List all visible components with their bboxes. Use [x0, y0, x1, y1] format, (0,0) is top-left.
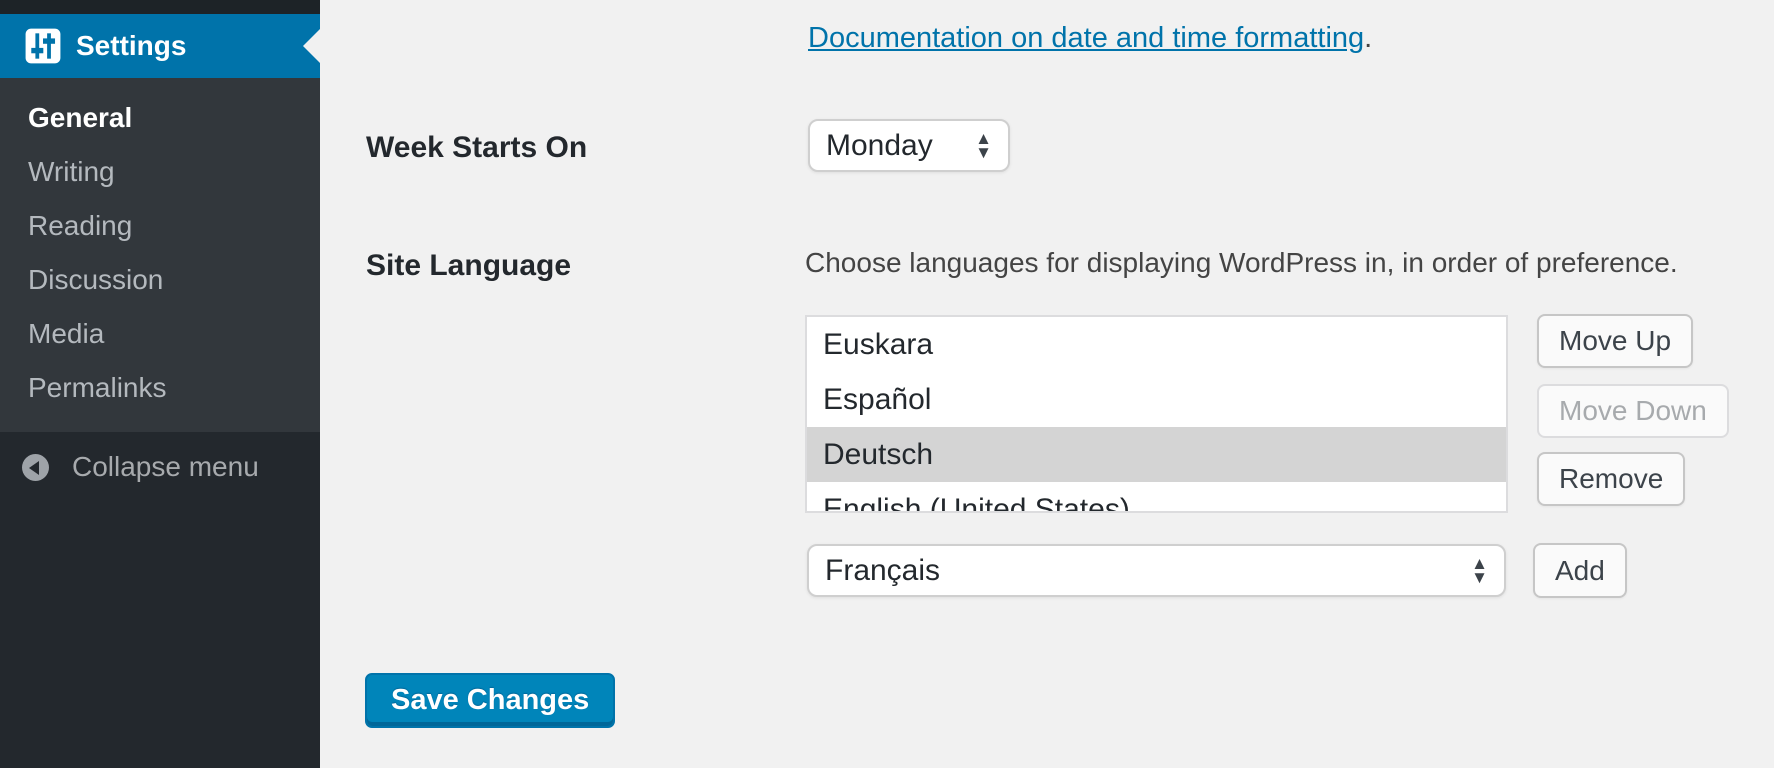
- add-language-value: Français: [825, 554, 1471, 588]
- week-starts-on-label: Week Starts On: [366, 131, 587, 165]
- sidebar-item-reading[interactable]: Reading: [0, 199, 320, 253]
- select-arrows-icon: ▲▼: [975, 132, 992, 160]
- documentation-line: Documentation on date and time formattin…: [808, 22, 1372, 55]
- documentation-link[interactable]: Documentation on date and time formattin…: [808, 22, 1364, 54]
- collapse-menu-icon: [22, 454, 49, 481]
- move-down-button[interactable]: Move Down: [1537, 384, 1729, 438]
- sidebar-item-media[interactable]: Media: [0, 307, 320, 361]
- save-changes-button[interactable]: Save Changes: [365, 673, 615, 728]
- settings-menu-title: Settings: [76, 30, 186, 62]
- admin-sidebar: Settings GeneralWritingReadingDiscussion…: [0, 0, 320, 768]
- sidebar-item-settings[interactable]: Settings: [0, 14, 320, 78]
- language-option[interactable]: English (United States): [807, 482, 1506, 513]
- settings-content: Documentation on date and time formattin…: [320, 0, 1774, 768]
- sidebar-item-writing[interactable]: Writing: [0, 145, 320, 199]
- language-listbox[interactable]: EuskaraEspañolDeutschEnglish (United Sta…: [805, 315, 1508, 513]
- settings-submenu: GeneralWritingReadingDiscussionMediaPerm…: [0, 78, 320, 432]
- sidebar-item-discussion[interactable]: Discussion: [0, 253, 320, 307]
- collapse-menu-label: Collapse menu: [72, 451, 259, 483]
- language-option[interactable]: Español: [807, 372, 1506, 427]
- week-starts-on-select[interactable]: Monday ▲▼: [808, 119, 1010, 172]
- sidebar-item-general[interactable]: General: [0, 91, 320, 145]
- collapse-menu-button[interactable]: Collapse menu: [0, 440, 320, 494]
- language-option[interactable]: Deutsch: [807, 427, 1506, 482]
- select-arrows-icon: ▲▼: [1471, 557, 1488, 585]
- language-option[interactable]: Euskara: [807, 317, 1506, 372]
- documentation-suffix: .: [1364, 22, 1372, 54]
- week-starts-on-value: Monday: [826, 129, 975, 163]
- admin-top-strip: [0, 0, 320, 14]
- sidebar-item-permalinks[interactable]: Permalinks: [0, 361, 320, 415]
- settings-icon: [24, 27, 62, 65]
- add-language-select[interactable]: Français ▲▼: [807, 544, 1506, 597]
- site-language-description: Choose languages for displaying WordPres…: [805, 247, 1678, 279]
- current-page-arrow-icon: [303, 29, 320, 63]
- move-up-button[interactable]: Move Up: [1537, 314, 1693, 368]
- add-button[interactable]: Add: [1533, 543, 1627, 598]
- remove-button[interactable]: Remove: [1537, 452, 1685, 506]
- site-language-label: Site Language: [366, 249, 571, 283]
